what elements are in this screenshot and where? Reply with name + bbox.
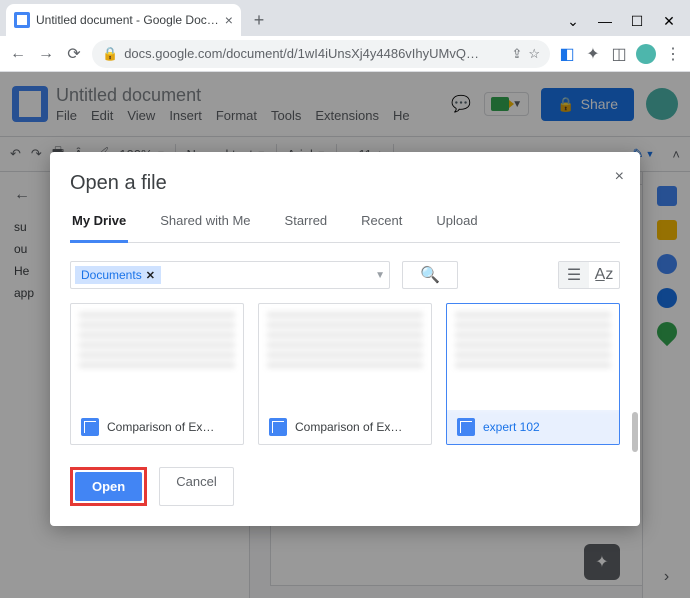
sort-icon[interactable]: A̲z <box>589 262 619 288</box>
tab-shared-with-me[interactable]: Shared with Me <box>158 213 252 242</box>
chevron-down-icon[interactable]: ▼ <box>375 270 385 281</box>
url-field[interactable]: 🔒 docs.google.com/document/d/1wI4iUnsXj4… <box>92 40 550 68</box>
file-name: Comparison of Ex… <box>107 420 214 434</box>
tab-title: Untitled document - Google Doc… <box>36 13 219 27</box>
picker-controls: Documents ✕ ▼ 🔍 ☰ A̲z <box>70 261 620 289</box>
more-icon[interactable]: ⋮ <box>664 45 682 63</box>
docs-file-icon <box>81 418 99 436</box>
tab-my-drive[interactable]: My Drive <box>70 213 128 243</box>
forward-icon[interactable]: → <box>36 44 56 64</box>
highlight-annotation: Open <box>70 467 147 506</box>
dialog-actions: Open Cancel <box>70 467 620 506</box>
share-url-icon[interactable]: ⇪ <box>511 46 522 62</box>
list-view-icon[interactable]: ☰ <box>559 262 589 288</box>
remove-chip-icon[interactable]: ✕ <box>146 269 155 282</box>
window-controls: ⌄ — ☐ ✕ <box>566 13 690 36</box>
browser-tab-strip: Untitled document - Google Doc… × + ⌄ — … <box>0 0 690 36</box>
close-tab-icon[interactable]: × <box>225 12 233 28</box>
open-button[interactable]: Open <box>75 472 142 501</box>
extension-icons: ◧ ✦ ◫ ⋮ <box>558 44 682 64</box>
tab-starred[interactable]: Starred <box>283 213 330 242</box>
scrollbar-thumb[interactable] <box>632 412 638 452</box>
docs-file-icon <box>457 418 475 436</box>
maximize-icon[interactable]: ☐ <box>630 13 644 30</box>
reload-icon[interactable]: ⟳ <box>64 44 84 64</box>
file-thumbnail <box>447 304 619 410</box>
new-tab-button[interactable]: + <box>245 6 273 34</box>
file-card-selected[interactable]: expert 102 <box>446 303 620 445</box>
address-bar: ← → ⟳ 🔒 docs.google.com/document/d/1wI4i… <box>0 36 690 72</box>
panel-icon[interactable]: ◫ <box>610 45 628 63</box>
cancel-button[interactable]: Cancel <box>159 467 233 506</box>
close-window-icon[interactable]: ✕ <box>662 13 676 30</box>
file-picker-dialog: Open a file × My Drive Shared with Me St… <box>50 152 640 526</box>
filter-input[interactable]: Documents ✕ ▼ <box>70 261 390 289</box>
file-thumbnail <box>71 304 243 410</box>
search-icon: 🔍 <box>420 265 440 285</box>
file-name: Comparison of Ex… <box>295 420 402 434</box>
profile-avatar-icon[interactable] <box>636 44 656 64</box>
dialog-title: Open a file <box>70 172 620 195</box>
back-icon[interactable]: ← <box>8 44 28 64</box>
chevron-down-icon[interactable]: ⌄ <box>566 13 580 30</box>
close-dialog-icon[interactable]: × <box>615 168 624 186</box>
file-card[interactable]: Comparison of Ex… <box>70 303 244 445</box>
filter-chip[interactable]: Documents ✕ <box>75 266 161 284</box>
extensions-puzzle-icon[interactable]: ✦ <box>584 45 602 63</box>
file-name: expert 102 <box>483 420 540 434</box>
search-button[interactable]: 🔍 <box>402 261 458 289</box>
tab-recent[interactable]: Recent <box>359 213 404 242</box>
url-text: docs.google.com/document/d/1wI4iUnsXj4y4… <box>124 46 479 61</box>
star-icon[interactable]: ☆ <box>528 46 540 62</box>
docs-favicon <box>14 12 30 28</box>
filter-chip-label: Documents <box>81 268 142 282</box>
view-toggle: ☰ A̲z <box>558 261 620 289</box>
tab-upload[interactable]: Upload <box>434 213 479 242</box>
file-card[interactable]: Comparison of Ex… <box>258 303 432 445</box>
minimize-icon[interactable]: — <box>598 13 612 30</box>
docs-file-icon <box>269 418 287 436</box>
file-grid: Comparison of Ex… Comparison of Ex… expe… <box>70 303 620 445</box>
file-thumbnail <box>259 304 431 410</box>
browser-tab[interactable]: Untitled document - Google Doc… × <box>6 4 241 36</box>
extension-icon[interactable]: ◧ <box>558 45 576 63</box>
picker-tabs: My Drive Shared with Me Starred Recent U… <box>70 213 620 243</box>
lock-icon: 🔒 <box>102 46 118 62</box>
